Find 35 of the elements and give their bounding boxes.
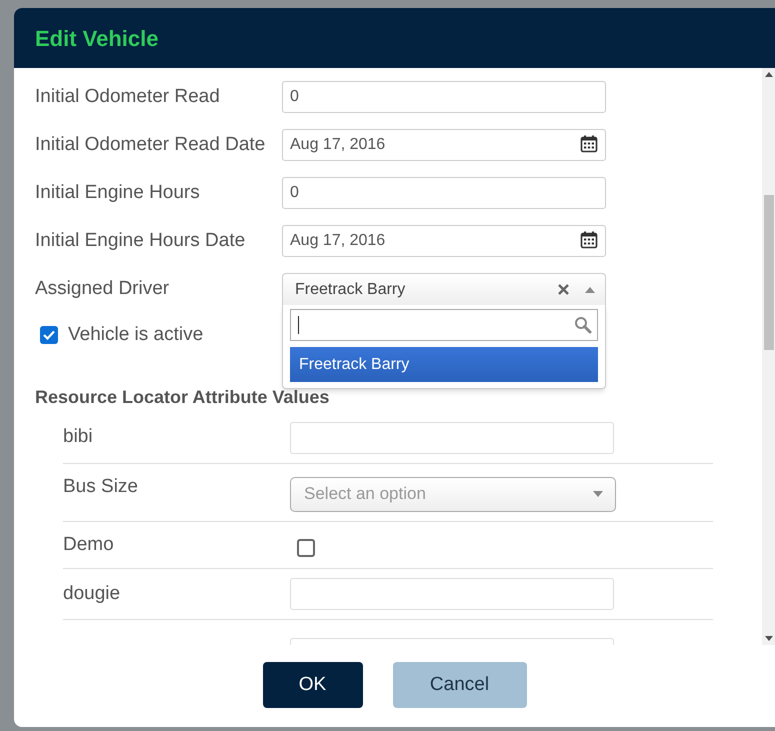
search-field[interactable] bbox=[290, 309, 598, 341]
ok-button[interactable]: OK bbox=[262, 662, 362, 708]
scrollbar-thumb[interactable] bbox=[764, 195, 774, 350]
search-icon bbox=[574, 316, 592, 334]
field-label: Initial Engine Hours Date bbox=[35, 229, 246, 253]
caret-up-icon[interactable] bbox=[585, 286, 595, 292]
date-field[interactable]: Aug 17, 2016 bbox=[282, 225, 606, 257]
field-label: Initial Odometer Read bbox=[35, 85, 221, 109]
field-label: Bus Size bbox=[63, 474, 139, 498]
dropdown-select[interactable]: Freetrack Barry bbox=[282, 273, 606, 305]
checkbox[interactable] bbox=[40, 326, 58, 344]
cancel-button[interactable]: Cancel bbox=[392, 662, 526, 708]
field-label: Initial Odometer Read Date bbox=[35, 133, 266, 157]
input-field[interactable]: 0 bbox=[282, 81, 606, 113]
input-field[interactable]: 0 bbox=[282, 177, 606, 209]
caret-down-icon bbox=[593, 491, 603, 497]
date-field[interactable]: Aug 17, 2016 bbox=[282, 129, 606, 161]
field-label: Initial Engine Hours bbox=[35, 181, 201, 205]
dropdown-option[interactable]: Freetrack Barry bbox=[290, 347, 598, 382]
input-field[interactable] bbox=[290, 422, 614, 454]
scroll-down-icon[interactable] bbox=[764, 636, 772, 641]
scrollbar[interactable] bbox=[762, 68, 775, 645]
field-label: Assigned Driver bbox=[35, 277, 170, 301]
dialog-title: Edit Vehicle bbox=[35, 24, 158, 52]
field-label: Demo bbox=[63, 532, 115, 556]
calendar-icon[interactable] bbox=[580, 135, 598, 153]
scroll-up-icon[interactable] bbox=[764, 72, 772, 77]
field-label: dougie bbox=[63, 582, 122, 606]
section-heading: Resource Locator Attribute Values bbox=[35, 386, 330, 408]
checkbox-label: Vehicle is active bbox=[68, 323, 204, 347]
input-field[interactable] bbox=[290, 578, 614, 610]
calendar-icon[interactable] bbox=[580, 231, 598, 249]
field-label: bibi bbox=[63, 425, 94, 450]
clear-icon[interactable] bbox=[558, 284, 569, 295]
checkbox[interactable] bbox=[297, 538, 315, 557]
